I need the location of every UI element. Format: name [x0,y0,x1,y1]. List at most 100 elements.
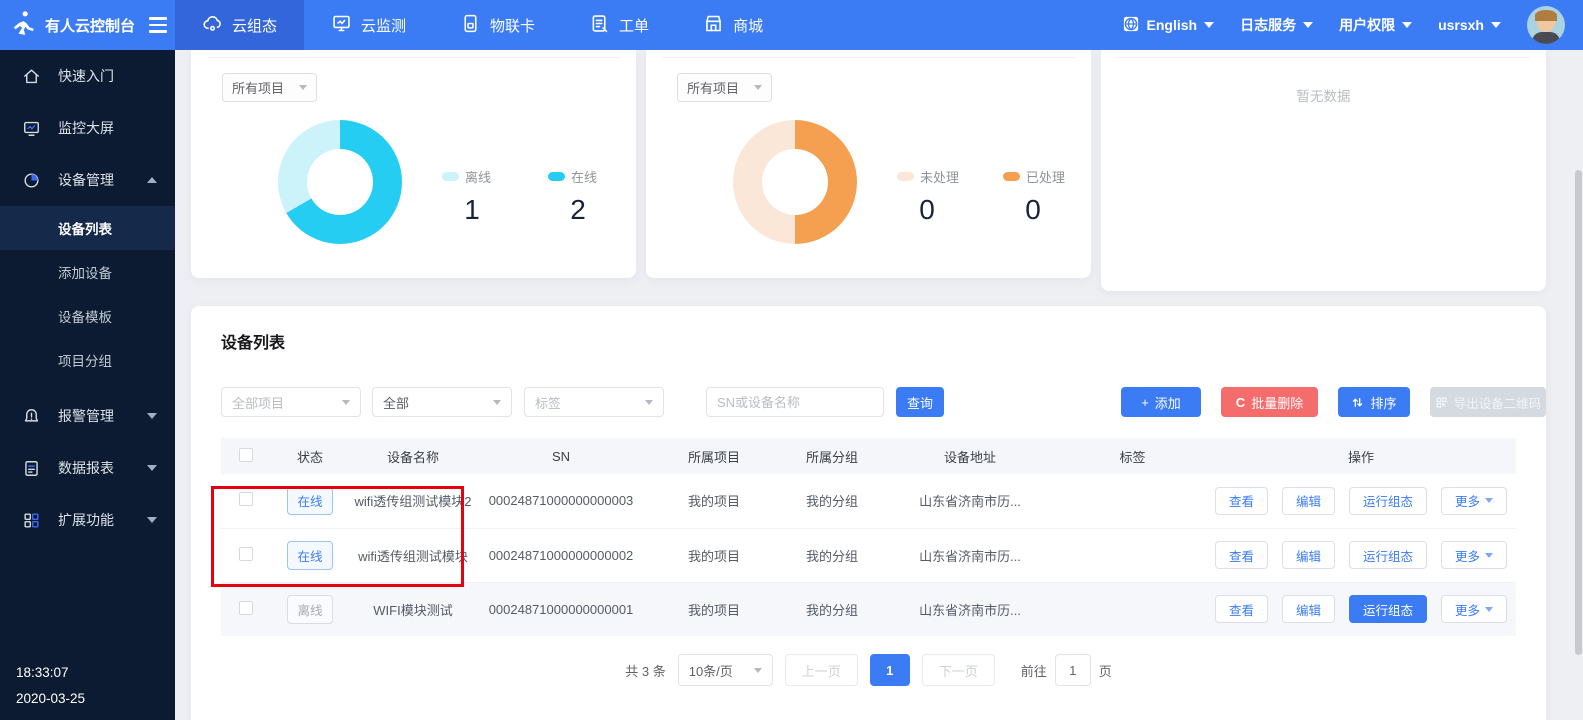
account-menu[interactable]: usrsxh [1438,17,1501,33]
sidebar-item-device-management[interactable]: 设备管理 [0,154,175,206]
prev-page-button[interactable]: 上一页 [785,654,858,686]
sort-button[interactable]: 排序 [1338,387,1410,417]
tab-work-order[interactable]: 工单 [562,0,676,50]
chevron-down-icon [493,400,501,405]
select-placeholder: 标签 [535,393,645,412]
sidebar-item-extensions[interactable]: 扩展功能 [0,494,175,546]
app-title: 有人云控制台 [45,15,135,36]
language-switcher[interactable]: English [1122,15,1215,36]
chevron-down-icon [342,400,350,405]
sidebar-item-label: 监控大屏 [58,118,157,138]
divider [1117,57,1530,58]
divider [207,57,620,58]
report-doc-icon [22,459,41,478]
globe-icon [1122,15,1140,36]
subitem-label: 添加设备 [58,262,112,282]
delete-circle-icon: C [1236,395,1245,410]
edit-button[interactable]: 编辑 [1282,595,1335,623]
chevron-down-icon [1402,22,1412,28]
device-project: 我的项目 [645,528,783,582]
select-all-checkbox[interactable] [239,448,253,462]
tag-filter[interactable]: 标签 [524,387,664,417]
clock-time: 18:33:07 [16,660,85,686]
home-icon [22,67,41,86]
project-filter-select[interactable]: 所有项目 [222,73,317,102]
project-filter[interactable]: 全部项目 [221,387,361,417]
sidebar-item-alarm-management[interactable]: 报警管理 [0,390,175,442]
vertical-scrollbar[interactable] [1575,170,1582,655]
page-size-select[interactable]: 10条/页 [678,654,773,686]
col-actions: 操作 [1206,438,1516,474]
sidebar-item-label: 快速入门 [58,66,157,86]
tab-iot-sim[interactable]: 物联卡 [433,0,562,50]
qr-code-icon [1435,396,1448,409]
run-scada-button[interactable]: 运行组态 [1349,487,1427,515]
sidebar-item-monitor-screen[interactable]: 监控大屏 [0,102,175,154]
tab-label: 云监测 [361,15,406,36]
sidebar-subitem-project-group[interactable]: 项目分组 [0,338,175,382]
brand[interactable]: 有人云控制台 [0,0,175,50]
menu-toggle-icon[interactable] [149,17,167,33]
col-sn: SN [477,438,645,474]
search-input[interactable] [706,387,884,417]
more-button[interactable]: 更多 [1441,541,1507,569]
search-button[interactable]: 查询 [896,387,944,417]
subitem-label: 设备列表 [58,218,112,238]
more-button[interactable]: 更多 [1441,595,1507,623]
device-name: wifi透传组测试模块2 [349,474,477,528]
batch-delete-button[interactable]: C批量删除 [1221,387,1318,417]
plus-icon: + [1141,395,1149,410]
goto-page-input[interactable] [1055,654,1091,686]
log-service-label: 日志服务 [1240,15,1296,35]
top-nav-tabs: 云组态 云监测 物联卡 工单 商城 [175,0,790,50]
legend-item-handled: 已处理 0 [1003,167,1091,244]
next-page-button[interactable]: 下一页 [922,654,995,686]
export-qr-button[interactable]: 导出设备二维码 [1430,387,1546,417]
chevron-down-icon [147,517,157,523]
sidebar: 快速入门 监控大屏 设备管理 设备列表 添加设备 设备模板 项目分组 报警管理 … [0,50,175,720]
page-1-button[interactable]: 1 [870,654,910,686]
tab-cloud-monitor[interactable]: 云监测 [304,0,433,50]
sim-card-icon [460,13,481,38]
sidebar-item-data-report[interactable]: 数据报表 [0,442,175,494]
view-button[interactable]: 查看 [1215,541,1268,569]
unhandled-swatch [897,172,914,181]
run-scada-button[interactable]: 运行组态 [1349,541,1427,569]
chevron-down-icon [299,85,307,90]
project-filter-select[interactable]: 所有项目 [677,73,772,102]
avatar[interactable] [1527,6,1565,44]
cloud-icon [202,13,223,38]
alarm-status-card: 所有项目 未处理 0 已处理 0 [646,50,1091,278]
sidebar-item-label: 扩展功能 [58,510,130,530]
subitem-label: 设备模板 [58,306,112,326]
status-filter[interactable]: 全部 [372,387,512,417]
view-button[interactable]: 查看 [1215,595,1268,623]
select-value: 全部项目 [232,393,342,412]
row-checkbox[interactable] [239,547,253,561]
unhandled-count: 0 [897,194,957,226]
user-permission-menu[interactable]: 用户权限 [1339,15,1412,35]
tab-cloud-scada[interactable]: 云组态 [175,0,304,50]
sidebar-item-label: 设备管理 [58,170,130,190]
sidebar-item-label: 报警管理 [58,406,130,426]
run-scada-button[interactable]: 运行组态 [1349,595,1427,623]
sidebar-subitem-device-list[interactable]: 设备列表 [0,206,175,250]
add-device-button[interactable]: +添加 [1121,387,1201,417]
tab-mall[interactable]: 商城 [676,0,790,50]
device-name: wifi透传组测试模块 [349,528,477,582]
view-button[interactable]: 查看 [1215,487,1268,515]
device-pie-icon [22,171,41,190]
sort-arrows-icon [1351,396,1364,409]
edit-button[interactable]: 编辑 [1282,541,1335,569]
more-button[interactable]: 更多 [1441,487,1507,515]
device-sn: 00024871000000000003 [477,474,645,528]
row-checkbox[interactable] [239,492,253,506]
edit-button[interactable]: 编辑 [1282,487,1335,515]
log-service-menu[interactable]: 日志服务 [1240,15,1313,35]
sidebar-subitem-device-template[interactable]: 设备模板 [0,294,175,338]
table-row: 离线 WIFI模块测试 00024871000000000001 我的项目 我的… [221,582,1516,636]
sidebar-item-quick-start[interactable]: 快速入门 [0,50,175,102]
sidebar-subitem-add-device[interactable]: 添加设备 [0,250,175,294]
filter-toolbar: 全部项目 全部 标签 查询 +添加 C批量删除 排序 导出设备二维码 [221,387,1516,417]
row-checkbox[interactable] [239,601,253,615]
